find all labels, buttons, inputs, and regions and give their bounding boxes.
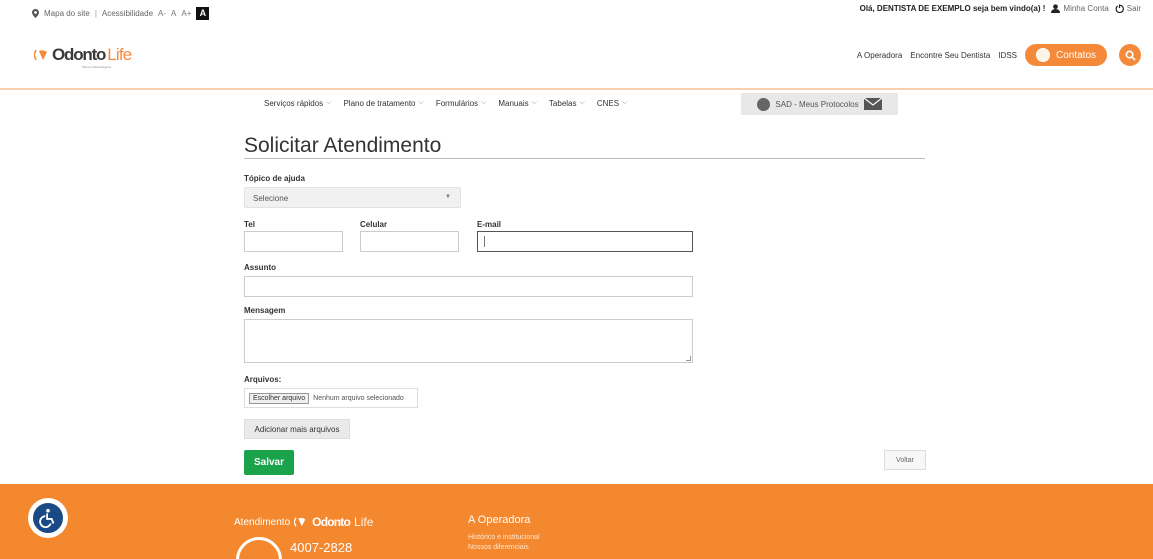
back-button[interactable]: Voltar [884,450,926,470]
font-bigger-button[interactable]: A+ [181,9,191,18]
subnav-label: Plano de tratamento [343,99,416,108]
nav-idss[interactable]: IDSS [998,51,1017,60]
odontolife-logo-mark [294,517,306,527]
nav-encontre-dentista[interactable]: Encontre Seu Dentista [910,51,990,60]
save-button[interactable]: Salvar [244,450,294,475]
user-icon [1051,4,1061,13]
files-label: Arquivos: [244,375,282,384]
topic-label: Tópico de ajuda [244,174,305,183]
celular-input[interactable] [360,231,459,252]
chevron-down-icon: ⌵ [622,99,628,106]
resize-handle-icon[interactable] [686,356,691,361]
footer [0,484,1153,559]
my-account-label: Minha Conta [1063,4,1109,13]
tel-label: Tel [244,220,255,229]
page-title: Solicitar Atendimento [244,134,442,157]
message-textarea[interactable] [244,319,693,363]
footer-atendimento: Atendimento Odonto Life [234,515,373,529]
subnav-manuais[interactable]: Manuais ⌵ [492,93,543,115]
my-account-link[interactable]: Minha Conta [1051,4,1109,13]
topic-select-value: Selecione [253,194,289,203]
caret-down-icon: ▼ [445,194,451,200]
choose-file-button[interactable]: Escolher arquivo [249,392,310,404]
font-smaller-button[interactable]: A- [158,9,166,18]
envelope-icon [863,98,882,110]
subnav-label: Serviços rápidos [264,99,324,108]
search-button[interactable] [1119,44,1141,66]
subnav-label: Manuais [498,99,529,108]
power-icon [1115,4,1124,13]
map-pin-icon [32,9,39,18]
nav-a-operadora[interactable]: A Operadora [857,51,902,60]
top-bar-left: Mapa do site | Acessibilidade A- A A+ A [32,7,210,20]
header-divider [0,88,1153,90]
top-bar-right: Olá, DENTISTA DE EXEMPLO seja bem vindo(… [860,4,1141,13]
footer-link-historico[interactable]: Histórico e institucional [468,534,540,541]
subnav-formularios[interactable]: Formulários ⌵ [430,93,493,115]
subnav-servicos-rapidos[interactable]: Serviços rápidos ⌵ [258,93,337,115]
tel-input[interactable] [244,231,343,252]
top-bar: Mapa do site | Acessibilidade A- A A+ A … [0,0,1153,26]
subnav-label: Tabelas [548,99,577,108]
chevron-down-icon: ⌵ [481,99,487,106]
accessibility-widget-button[interactable] [28,498,68,538]
footer-phone[interactable]: 4007-2828 [290,540,352,555]
topic-select[interactable]: Selecione ▼ [244,187,461,208]
footer-brand-part2: Life [354,515,374,529]
brand-name-part2: Life [107,45,132,64]
sub-nav: Serviços rápidos ⌵ Plano de tratamento ⌵ F… [258,93,633,115]
subnav-label: Formulários [435,99,479,108]
chevron-down-icon: ⌵ [531,99,537,106]
celular-label: Celular [360,220,388,229]
brand-logo[interactable]: Odonto Life Planos Odontológicos [34,45,132,69]
contatos-label: Contatos [1055,49,1097,61]
title-divider [244,158,925,159]
user-greeting: Olá, DENTISTA DE EXEMPLO seja bem vindo(… [859,4,1046,13]
sad-label: SAD - Meus Protocolos [775,99,859,109]
sitemap-link[interactable]: Mapa do site [44,9,90,18]
email-label: E-mail [477,220,502,229]
file-input[interactable]: Escolher arquivo Nenhum arquivo selecion… [244,388,418,408]
search-icon [1125,50,1136,61]
wheelchair-icon [39,508,55,529]
email-input[interactable] [477,231,693,252]
divider: | [94,9,97,18]
footer-operadora-heading: A Operadora [468,514,531,526]
subnav-label: CNES [596,99,620,108]
chevron-down-icon: ⌵ [579,99,585,106]
contatos-button[interactable]: Contatos [1025,44,1107,66]
subnav-plano-tratamento[interactable]: Plano de tratamento ⌵ [337,93,429,115]
contact-avatar-icon [1035,48,1050,62]
footer-link-diferenciais[interactable]: Nossos diferenciais [468,544,529,551]
chevron-down-icon: ⌵ [326,99,332,106]
support-agent-icon [757,97,771,111]
wheelchair-icon-frame [31,501,65,535]
footer-atendimento-label: Atendimento [234,516,291,528]
footer-brand-part1: Odonto [312,515,351,529]
chevron-down-icon: ⌵ [418,99,424,106]
main-nav: A Operadora Encontre Seu Dentista IDSS C… [857,44,1141,66]
logout-link[interactable]: Sair [1115,4,1141,13]
brand-tagline: Planos Odontológicos [82,65,112,69]
add-more-files-button[interactable]: Adicionar mais arquivos [244,419,350,439]
logout-label: Sair [1126,4,1141,13]
font-normal-button[interactable]: A [171,9,176,18]
text-cursor [484,236,485,247]
subnav-cnes[interactable]: CNES ⌵ [591,93,634,115]
accessibility-link[interactable]: Acessibilidade [102,9,153,18]
high-contrast-button[interactable]: A [196,7,210,20]
subnav-tabelas[interactable]: Tabelas ⌵ [543,93,591,115]
no-file-text: Nenhum arquivo selecionado [313,394,404,402]
odontolife-logo-mark [34,49,47,61]
subject-input[interactable] [244,276,693,297]
subject-label: Assunto [244,263,276,272]
message-label: Mensagem [244,306,286,315]
brand-name-part1: Odonto [52,45,106,64]
sad-protocols-button[interactable]: SAD - Meus Protocolos [741,93,898,115]
